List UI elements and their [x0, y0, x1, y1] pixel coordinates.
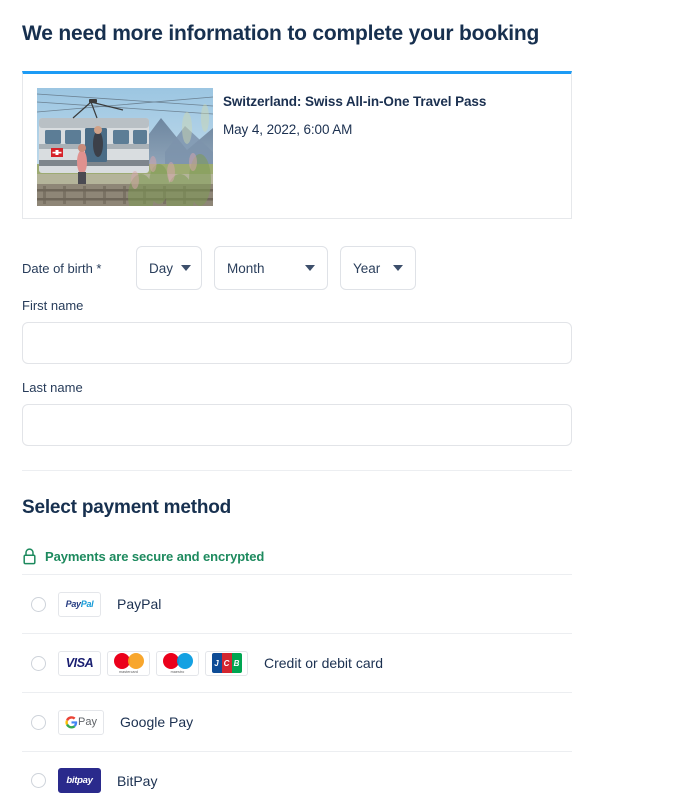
payment-section-title: Select payment method	[22, 497, 232, 518]
section-divider	[22, 470, 572, 471]
radio-google-pay[interactable]	[31, 714, 46, 730]
payment-option-label: Credit or debit card	[264, 655, 384, 671]
bitpay-icon: bitpay	[58, 768, 101, 793]
payment-option-label: PayPal	[117, 596, 162, 612]
payment-option-label: BitPay	[117, 772, 158, 789]
mastercard-icon: mastercard	[107, 650, 150, 676]
dob-month-value: Month	[227, 260, 265, 276]
first-name-label: First name	[22, 298, 84, 313]
google-pay-logos: Pay	[58, 709, 110, 735]
lock-icon	[23, 548, 36, 565]
date-of-birth-row: Date of birth * Day Month Year	[22, 246, 428, 290]
date-of-birth-label: Date of birth *	[22, 260, 102, 276]
payment-option-paypal[interactable]: Pay Pal PayPal	[22, 574, 572, 633]
dob-month-select[interactable]: Month	[214, 246, 328, 290]
google-pay-icon: Pay	[58, 709, 104, 735]
paypal-logos: Pay Pal	[58, 591, 107, 617]
activity-thumbnail	[37, 88, 213, 206]
jcb-icon: J C B	[205, 650, 248, 676]
booking-checkout-page: We need more information to complete you…	[0, 0, 680, 800]
secure-payment-note: Payments are secure and encrypted	[22, 548, 264, 565]
secure-payment-text: Payments are secure and encrypted	[45, 549, 265, 564]
dob-day-value: Day	[149, 260, 174, 276]
maestro-icon: maestro	[156, 650, 199, 676]
payment-option-card[interactable]: VISA mastercard maestro J C B Credit or …	[22, 633, 572, 692]
payment-option-label: Google Pay	[120, 714, 194, 730]
booking-details: Switzerland: Swiss All-in-One Travel Pas…	[223, 94, 559, 137]
last-name-label: Last name	[22, 380, 83, 395]
first-name-input[interactable]	[22, 322, 572, 364]
card-logos: VISA mastercard maestro J C B	[58, 650, 254, 676]
activity-name: Switzerland: Swiss All-in-One Travel Pas…	[223, 94, 487, 109]
google-g-icon	[65, 715, 78, 728]
radio-card[interactable]	[31, 655, 46, 671]
dob-year-select[interactable]: Year	[340, 246, 416, 290]
dob-year-value: Year	[353, 260, 381, 276]
activity-datetime: May 4, 2022, 6:00 AM	[223, 122, 353, 137]
payment-option-bitpay[interactable]: bitpay BitPay	[22, 751, 572, 800]
chevron-down-icon	[305, 265, 315, 271]
radio-paypal[interactable]	[31, 596, 46, 612]
paypal-icon: Pay Pal	[58, 591, 101, 617]
chevron-down-icon	[393, 265, 403, 271]
dob-day-select[interactable]: Day	[136, 246, 202, 290]
bitpay-logos: bitpay	[58, 768, 107, 793]
radio-bitpay[interactable]	[31, 773, 46, 788]
last-name-input[interactable]	[22, 404, 572, 446]
payment-option-google-pay[interactable]: Pay Google Pay	[22, 692, 572, 751]
visa-icon: VISA	[58, 650, 101, 676]
chevron-down-icon	[181, 265, 192, 271]
page-title: We need more information to complete you…	[22, 22, 540, 45]
booking-summary-card: Switzerland: Swiss All-in-One Travel Pas…	[22, 71, 572, 219]
